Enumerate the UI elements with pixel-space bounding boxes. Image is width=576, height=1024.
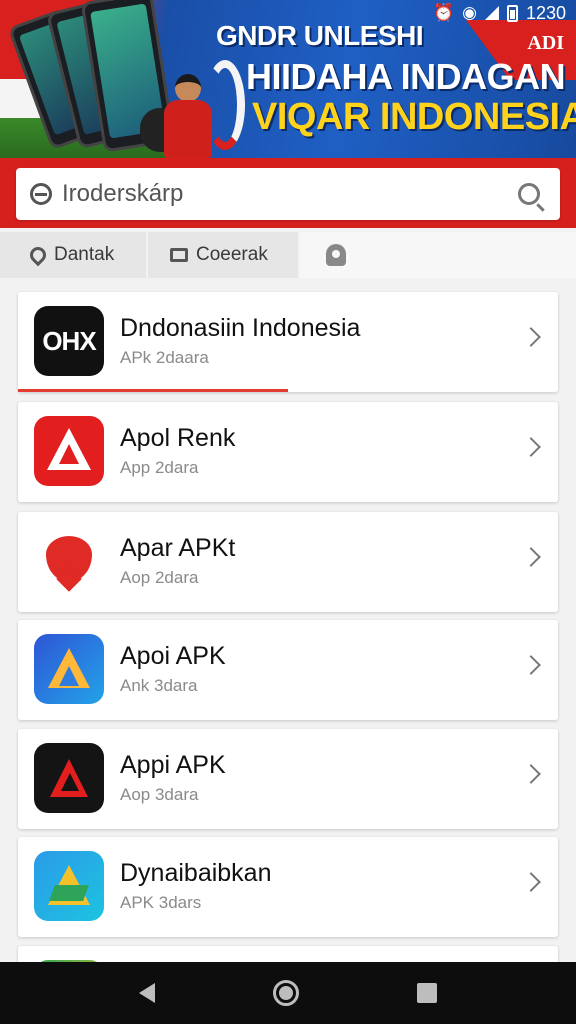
recent-apps-icon[interactable]: [417, 983, 437, 1003]
tab-coeerak[interactable]: Coeerak: [148, 232, 298, 278]
ghost-icon: [326, 244, 346, 266]
corner-badge: ADI: [527, 32, 564, 54]
alarm-icon: ⏰: [432, 3, 455, 22]
red-triangle-app-icon: [34, 416, 104, 486]
tab-label: Coeerak: [196, 244, 268, 265]
chat-icon: [170, 248, 188, 262]
app-name: Apol Renk: [120, 424, 236, 452]
tab-ghost[interactable]: [300, 232, 576, 278]
battery-icon: [506, 4, 518, 22]
search-input[interactable]: Iroderskárp: [16, 168, 560, 220]
home-icon[interactable]: [273, 980, 299, 1006]
search-query[interactable]: Iroderskárp: [62, 180, 518, 208]
app-name: Apar APKt: [120, 534, 236, 562]
okx-app-icon: OHX: [34, 306, 104, 376]
status-time: 1230: [525, 2, 566, 23]
category-tabs: Dantak Coeerak: [0, 232, 576, 278]
swirl-graphic: [205, 60, 245, 150]
banner-headline-1: GNDR UNLESHI: [216, 20, 424, 51]
tab-label: Dantak: [54, 244, 115, 265]
red-shell-app-icon: [34, 526, 104, 596]
app-name: Apoi APK: [120, 642, 226, 670]
app-subtitle: APK 3dars: [120, 893, 202, 912]
list-item[interactable]: OHX Dndonasiin Indonesia APk 2daara: [18, 292, 558, 392]
tab-dantak[interactable]: Dantak: [0, 232, 146, 278]
chevron-right-icon: [521, 327, 541, 347]
app-subtitle: Ank 3dara: [120, 676, 198, 695]
chevron-right-icon: [521, 437, 541, 457]
back-icon[interactable]: [139, 983, 155, 1003]
signal-icon: [484, 6, 499, 20]
list-item[interactable]: Apol Renk App 2dara: [18, 402, 558, 502]
banner-headline-3: VIQAR INDONESIA: [252, 96, 576, 138]
system-nav-bar: [0, 962, 576, 1024]
chevron-right-icon: [521, 655, 541, 675]
app-subtitle: APk 2daara: [120, 348, 209, 367]
app-subtitle: Aop 3dara: [120, 785, 199, 804]
store-logo-icon: [30, 183, 52, 205]
search-icon[interactable]: [518, 183, 540, 205]
chevron-right-icon: [521, 764, 541, 784]
app-name: Appi APK: [120, 751, 226, 779]
wifi-icon: ◉: [462, 3, 477, 22]
drive-app-icon: [34, 851, 104, 921]
app-name: Dynaibaibkan: [120, 859, 272, 887]
list-item[interactable]: Apar APKt Aop 2dara: [18, 512, 558, 612]
list-item[interactable]: Appi APK Aop 3dara: [18, 729, 558, 829]
app-subtitle: App 2dara: [120, 458, 199, 477]
status-bar: ⏰ ◉ 1230: [433, 2, 566, 24]
blue-arrow-app-icon: [34, 634, 104, 704]
chevron-right-icon: [521, 547, 541, 567]
search-area: Iroderskárp: [0, 158, 576, 228]
banner-headline-2: HIIDAHA INDAGAN: [246, 56, 566, 97]
app-name: Dndonasiin Indonesia: [120, 314, 361, 342]
chevron-right-icon: [521, 872, 541, 892]
promo-banner[interactable]: ADI GNDR UNLESHI HIIDAHA INDAGAN VIQAR I…: [0, 0, 576, 158]
app-subtitle: Aop 2dara: [120, 568, 199, 587]
list-item[interactable]: Dynaibaibkan APK 3dars: [18, 837, 558, 937]
black-red-app-icon: [34, 743, 104, 813]
list-item[interactable]: Apoi APK Ank 3dara: [18, 620, 558, 720]
download-progress-bar: [18, 389, 288, 392]
location-pin-icon: [26, 243, 50, 267]
